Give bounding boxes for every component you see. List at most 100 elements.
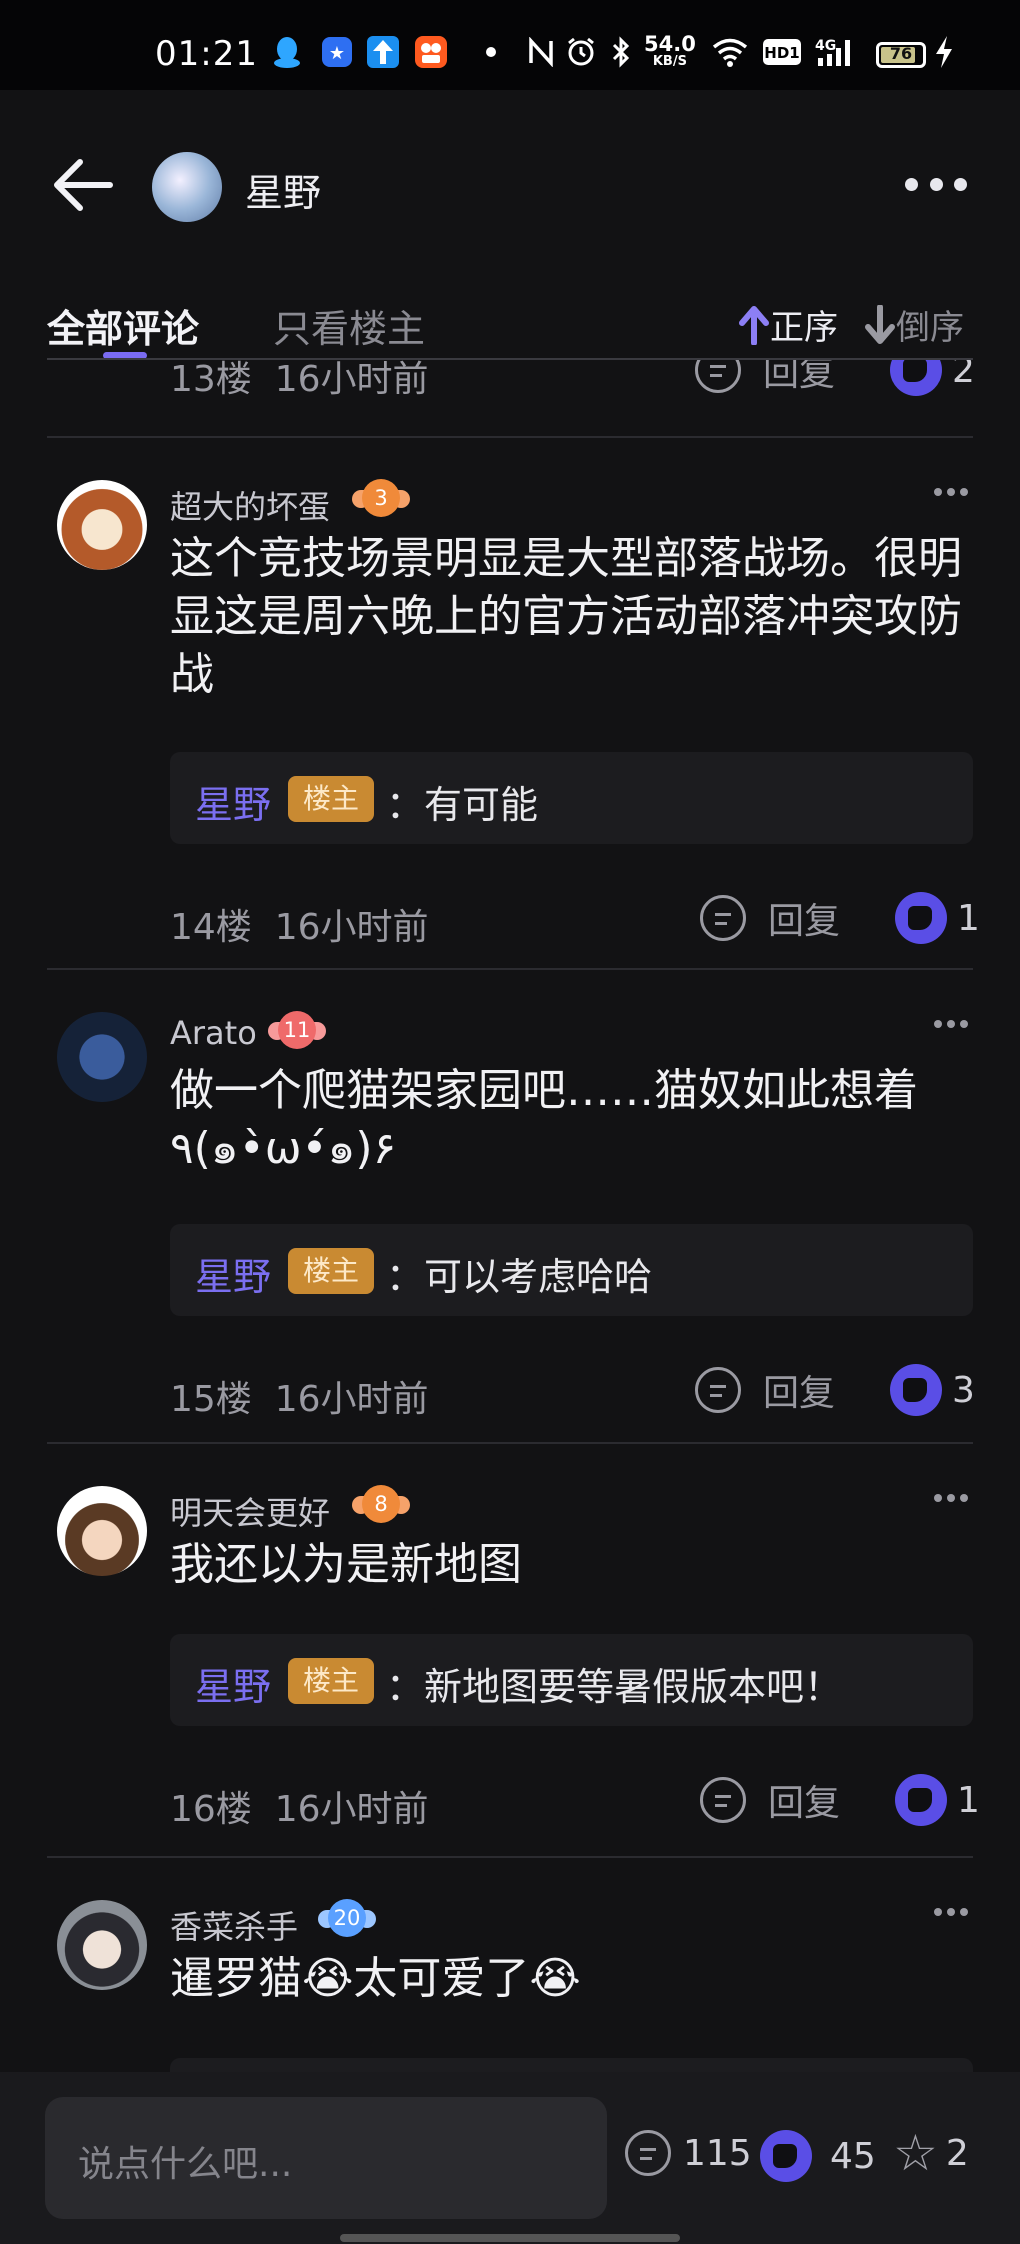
post-header: 星野 全部评论 只看楼主 正序 倒序: [0, 90, 1020, 360]
battery-percent: 76: [889, 44, 913, 63]
comment-divider: [47, 436, 973, 438]
username[interactable]: Arato: [170, 1014, 257, 1052]
like-count: 3: [952, 1369, 975, 1411]
kuaishou-icon: [414, 34, 448, 70]
reply-text: ：有可能: [386, 783, 539, 827]
reply-button[interactable]: 回复: [700, 892, 840, 944]
arrow-down-icon: [865, 304, 895, 344]
dot-icon: [954, 178, 967, 191]
level-badge: 11: [268, 1008, 326, 1052]
owner-tag: 楼主: [288, 1248, 374, 1294]
favorite-count: 2: [945, 2132, 969, 2174]
comment-icon: [700, 1777, 746, 1823]
svg-text:★: ★: [329, 43, 345, 64]
signal-icon: 4G: [814, 34, 864, 70]
comment-more-button[interactable]: [934, 488, 968, 498]
comment-footer: 14楼 16小时前 回复 1: [0, 878, 1020, 968]
dot-icon: [905, 178, 918, 191]
owner-reply[interactable]: 星野 楼主 ：新地图要等暑假版本吧！: [170, 1634, 973, 1726]
comment-icon: [695, 360, 741, 393]
post-like-count: 45: [830, 2135, 876, 2177]
floor-label: 13楼: [170, 360, 252, 400]
sort-descending-label: 倒序: [896, 308, 964, 348]
star-icon: ☆: [893, 2124, 938, 2182]
comment-time: 16小时前: [274, 907, 429, 948]
reply-text: ：新地图要等暑假版本吧！: [386, 1665, 843, 1709]
signal-label: 4G: [815, 38, 836, 54]
comment-icon: [695, 1367, 741, 1413]
dot-icon: [929, 178, 943, 191]
level-number: 3: [362, 479, 400, 517]
reply-label: 回复: [763, 360, 836, 394]
reply-text: ：可以考虑哈哈: [386, 1255, 653, 1299]
reply-label: 回复: [768, 901, 841, 942]
reply-button[interactable]: 回复: [695, 1364, 835, 1416]
tab-all-comments[interactable]: 全部评论: [47, 298, 199, 353]
tab-owner-only[interactable]: 只看楼主: [273, 298, 425, 353]
level-number: 20: [328, 1899, 366, 1937]
user-avatar[interactable]: [57, 1012, 147, 1102]
status-bar: 01:21 ★ 54.0 KB/S HD1 4G 76: [0, 0, 1020, 90]
comment-feed[interactable]: 13楼 16小时前 回复 2 超大的坏蛋 3 这个竞技场景明显是大型部落战场。很…: [0, 360, 1020, 2072]
like-button[interactable]: 2: [890, 360, 975, 396]
comment-time: 16小时前: [274, 1379, 429, 1420]
like-count: 1: [957, 897, 980, 939]
back-button[interactable]: [50, 150, 120, 220]
like-button[interactable]: 1: [895, 1774, 980, 1826]
like-button[interactable]: 3: [890, 1364, 975, 1416]
thumbs-up-icon: [895, 892, 947, 944]
like-button[interactable]: 1: [895, 892, 980, 944]
post-like-button[interactable]: 45: [760, 2130, 876, 2182]
username[interactable]: 明天会更好: [170, 1488, 330, 1534]
comment-input-placeholder: 说点什么吧...: [78, 2144, 293, 2185]
sort-ascending-button[interactable]: 正序: [738, 300, 838, 349]
username[interactable]: 超大的坏蛋: [170, 482, 330, 528]
nfc-icon: [526, 34, 556, 70]
comment-footer: 15楼 16小时前 回复 3: [0, 1350, 1020, 1440]
home-indicator[interactable]: [340, 2234, 680, 2242]
floor-number: 13楼 16小时前: [170, 360, 429, 402]
more-options-button[interactable]: [905, 178, 967, 194]
owner-reply[interactable]: 星野 楼主 ：有可能: [170, 752, 973, 844]
thumbs-up-icon: [890, 360, 942, 396]
sort-descending-button[interactable]: 倒序: [864, 300, 964, 349]
comment-divider: [47, 968, 973, 970]
owner-reply[interactable]: [170, 2058, 973, 2072]
user-avatar[interactable]: [57, 1486, 147, 1576]
thumbs-up-icon: [895, 1774, 947, 1826]
comment-more-button[interactable]: [934, 1494, 968, 1504]
charging-icon: [932, 34, 956, 70]
hd-label: HD1: [764, 44, 799, 62]
favorite-button[interactable]: ☆ 2: [893, 2128, 969, 2178]
user-avatar[interactable]: [57, 1900, 147, 1990]
bluetooth-icon: [608, 34, 634, 70]
user-avatar[interactable]: [57, 480, 147, 570]
username[interactable]: 香菜杀手: [170, 1902, 298, 1948]
comment-input[interactable]: 说点什么吧...: [45, 2097, 607, 2219]
level-badge: 3: [352, 476, 410, 520]
arrow-up-icon: [739, 305, 769, 345]
sort-ascending-label: 正序: [770, 308, 838, 348]
reply-author[interactable]: 星野: [195, 1246, 271, 1301]
reply-author[interactable]: 星野: [195, 1656, 271, 1711]
app-arrow-icon: [366, 34, 400, 70]
comments-count-button[interactable]: 115: [625, 2130, 752, 2176]
reply-button[interactable]: 回复: [700, 1774, 840, 1826]
thumbs-up-icon: [890, 1364, 942, 1416]
floor-label: 15楼: [170, 1379, 252, 1420]
network-speed-value: 54.0: [644, 32, 696, 56]
owner-name[interactable]: 星野: [245, 162, 321, 217]
floor-label: 14楼: [170, 907, 252, 948]
comment-text: 做一个爬猫架家园吧……猫奴如此想着٩(๑•̀ω•́๑)۶: [170, 1065, 918, 1174]
thumbs-up-icon: [760, 2130, 812, 2182]
comment-more-button[interactable]: [934, 1020, 968, 1030]
comment-icon: [700, 895, 746, 941]
battery-icon: 76: [876, 42, 926, 68]
comment-footer: 13楼 16小时前 回复 2: [0, 360, 1020, 420]
comment-more-button[interactable]: [934, 1908, 968, 1918]
reply-author[interactable]: 星野: [195, 774, 271, 829]
reply-button[interactable]: 回复: [695, 360, 835, 396]
comment-icon: [625, 2130, 671, 2176]
owner-avatar[interactable]: [152, 152, 222, 222]
owner-reply[interactable]: 星野 楼主 ：可以考虑哈哈: [170, 1224, 973, 1316]
